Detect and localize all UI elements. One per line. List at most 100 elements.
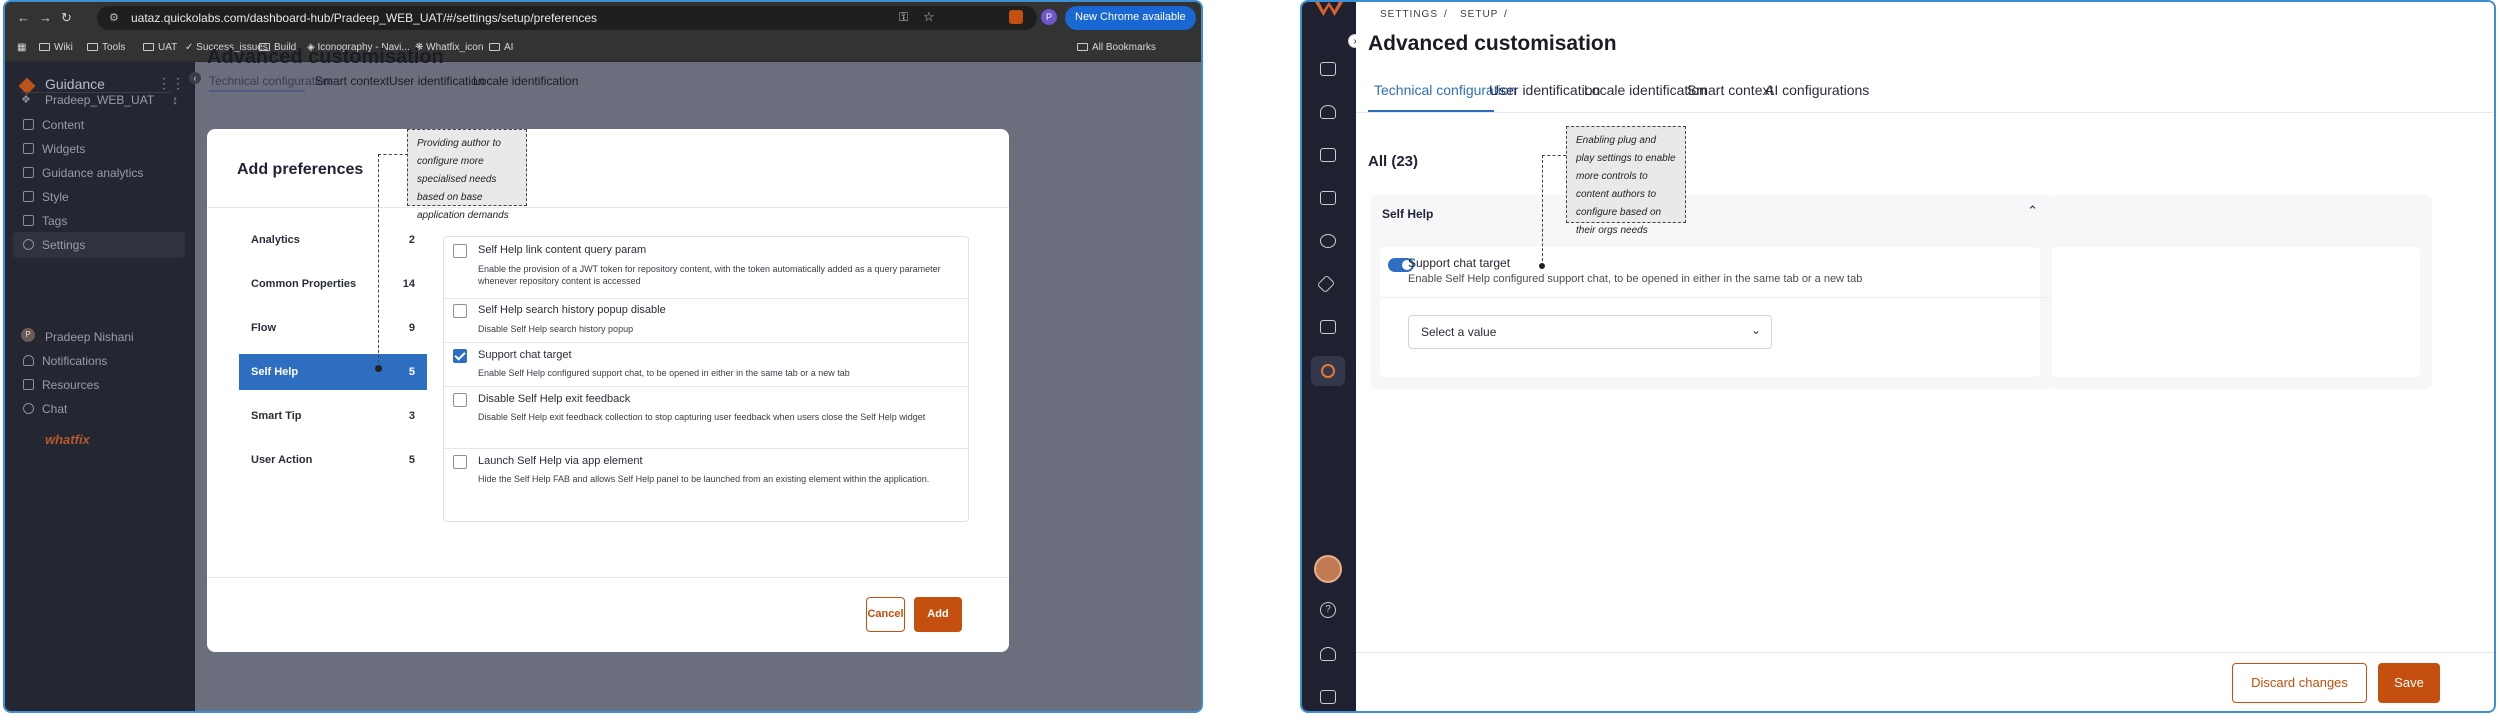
app-switcher-icon[interactable]: ⋮⋮ [157,75,185,92]
forward-icon[interactable]: → [39,10,52,25]
sidebar-item-style[interactable]: Style [23,190,69,204]
checkbox-support-chat-target[interactable] [453,349,467,363]
content-icon [23,119,34,130]
tab-technical-configuration[interactable]: Technical configuration [209,74,331,88]
tab-user-identification[interactable]: User identification [389,74,484,88]
gear-icon[interactable] [1321,364,1335,378]
option-row[interactable]: Self Help search history popup disable D… [444,299,968,343]
setting-card: Support chat target Enable Self Help con… [1380,247,2420,377]
category-flow[interactable]: Flow 9 [239,310,427,346]
apps-grid-icon[interactable]: ▦ [17,42,26,53]
value-select[interactable]: Select a value ⌄ [1408,315,1772,349]
option-row[interactable]: Self Help link content query param Enabl… [444,237,968,299]
main-content: SETTINGS / SETUP / Advanced customisatio… [1356,2,2494,711]
preference-options-list: Self Help link content query param Enabl… [443,236,969,522]
workspace-selector[interactable]: Pradeep_WEB_UAT ↕ [45,93,178,107]
clipboard-icon[interactable] [1320,320,1336,334]
option-row[interactable]: Launch Self Help via app element Hide th… [444,449,968,521]
rocket-icon[interactable] [1320,647,1336,661]
pages-icon[interactable] [1320,191,1336,205]
category-analytics[interactable]: Analytics 2 [239,222,427,258]
image-icon[interactable] [1320,148,1336,162]
right-app-window: › ? SETTINGS / SETUP / Advanced customis… [1300,0,2496,713]
key-icon[interactable]: ⚿ [899,10,908,25]
bookmark-tools[interactable]: Tools [87,42,125,53]
tab-ai-configurations[interactable]: AI configurations [1765,82,1869,98]
book-icon [23,379,34,390]
bookmarks-bar: ▦ Wiki Tools UAT ✓ Success_issues Build … [5,34,1201,62]
profile-avatar[interactable]: P [1041,9,1057,25]
checkbox-query-param[interactable] [453,244,467,258]
breadcrumb-setup[interactable]: SETUP [1460,9,1498,20]
sidebar-user-name[interactable]: Pradeep Nishani [45,330,134,344]
sidebar-item-widgets[interactable]: Widgets [23,142,85,156]
option-row[interactable]: Disable Self Help exit feedback Disable … [444,387,968,449]
new-chrome-button[interactable]: New Chrome available [1065,6,1196,30]
reload-icon[interactable]: ↻ [61,10,72,26]
category-self-help[interactable]: Self Help 5 [239,354,427,390]
signpost-icon[interactable] [1320,105,1336,119]
collapse-sidebar-icon[interactable]: ‹ [189,72,201,84]
bookmark-ai[interactable]: AI [489,42,513,53]
sidebar-item-settings[interactable]: Settings [23,238,85,252]
tab-locale-identification[interactable]: Locale identification [473,74,578,88]
bookmark-uat[interactable]: UAT [143,42,177,53]
breadcrumb-separator: / [1444,9,1447,20]
chevron-down-icon: ⌄ [1750,323,1761,337]
left-browser-window: ← → ↻ ⚙ uataz.quickolabs.com/dashboard-h… [3,0,1203,713]
sidebar-item-notifications[interactable]: Notifications [23,354,107,368]
self-help-section-ext [2052,195,2432,389]
category-smart-tip[interactable]: Smart Tip 3 [239,398,427,434]
option-title: Self Help search history popup disable [478,304,666,316]
building-icon[interactable] [1320,62,1336,76]
discard-changes-button[interactable]: Discard changes [2232,663,2367,703]
collapse-chevron-icon[interactable]: ⌃ [2027,203,2038,219]
category-user-action[interactable]: User Action 5 [239,442,427,478]
modal-divider [207,207,1009,208]
sidebar-item-content[interactable]: Content [23,118,84,132]
users-icon[interactable] [1320,234,1336,248]
page-title: Advanced customisation [207,46,444,68]
extension-icon[interactable] [1009,10,1023,24]
option-description: Enable the provision of a JWT token for … [478,264,941,286]
brand-name: Guidance [45,76,105,92]
callout-pointer [375,365,382,372]
bookmark-star-icon[interactable]: ☆ [923,9,935,25]
option-description: Hide the Self Help FAB and allows Self H… [478,474,930,484]
add-button[interactable]: Add [914,597,962,632]
chat-icon[interactable] [1320,690,1336,704]
self-help-section: Self Help ⌃ Support chat target Enable S… [1370,195,2420,389]
sidebar-item-chat[interactable]: Chat [23,402,67,416]
checkbox-search-history[interactable] [453,304,467,318]
brush-icon[interactable] [1316,274,1336,294]
option-row[interactable]: Support chat target Enable Self Help con… [444,343,968,387]
checkbox-launch-via-element[interactable] [453,455,467,469]
tab-smart-context[interactable]: Smart context [315,74,389,88]
sidebar-item-guidance-analytics[interactable]: Guidance analytics [23,166,143,180]
url-text: uataz.quickolabs.com/dashboard-hub/Prade… [131,11,598,25]
option-description: Disable Self Help search history popup [478,324,634,334]
callout-connector [1542,155,1566,156]
back-icon[interactable]: ← [17,10,30,25]
tab-smart-context[interactable]: Smart context [1687,82,1773,98]
whatfix-footer-logo: whatfix [45,432,90,447]
breadcrumb-settings[interactable]: SETTINGS [1380,9,1438,20]
bell-icon [23,355,34,366]
cancel-button[interactable]: Cancel [866,597,905,632]
address-bar[interactable]: ⚙ uataz.quickolabs.com/dashboard-hub/Pra… [97,6,1037,30]
help-icon[interactable]: ? [1320,602,1336,618]
all-bookmarks[interactable]: All Bookmarks [1077,42,1156,53]
annotation-callout: Providing author to configure more speci… [407,129,527,221]
bookmark-wiki[interactable]: Wiki [39,42,73,53]
user-avatar[interactable] [1314,555,1342,583]
sidebar-item-resources[interactable]: Resources [23,378,99,392]
option-title: Launch Self Help via app element [478,455,643,467]
sidebar-item-tags[interactable]: Tags [23,214,67,228]
checkbox-exit-feedback[interactable] [453,393,467,407]
category-common-properties[interactable]: Common Properties 14 [239,266,427,302]
site-settings-icon[interactable]: ⚙ [109,11,119,24]
option-title: Disable Self Help exit feedback [478,393,631,405]
callout-pointer [1539,263,1545,269]
user-avatar[interactable]: P [21,328,35,342]
save-button[interactable]: Save [2378,663,2440,703]
